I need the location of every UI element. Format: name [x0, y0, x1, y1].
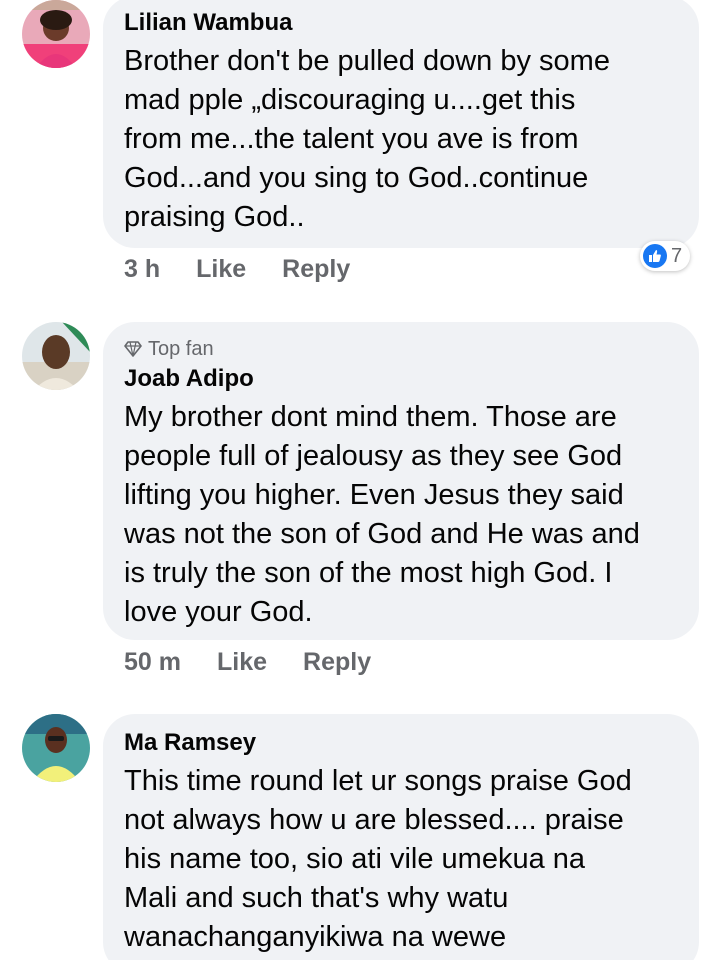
like-thumb-icon [643, 244, 667, 268]
comment-author[interactable]: Ma Ramsey [124, 728, 679, 758]
comment-text: This time round let ur songs praise God … [124, 765, 632, 953]
avatar-photo [22, 322, 90, 390]
avatar[interactable] [22, 322, 90, 390]
comment-text: Brother don't be pulled down by some mad… [124, 45, 610, 233]
avatar[interactable] [22, 714, 90, 782]
comment-timestamp[interactable]: 50 m [124, 647, 181, 677]
avatar[interactable] [22, 0, 90, 68]
comment-actions: 50 m Like Reply [124, 647, 371, 677]
reply-button[interactable]: Reply [303, 647, 371, 677]
avatar-photo [22, 0, 90, 68]
comment-text: My brother dont mind them. Those are peo… [124, 401, 640, 628]
comment-timestamp[interactable]: 3 h [124, 254, 160, 284]
like-button[interactable]: Like [196, 254, 246, 284]
badge-label: Top fan [148, 338, 214, 360]
comment-bubble: Ma Ramsey This time round let ur songs p… [103, 714, 699, 960]
comment-ma-ramsey: Ma Ramsey This time round let ur songs p… [0, 714, 720, 960]
reaction-count: 7 [671, 244, 683, 267]
comment-author[interactable]: Lilian Wambua [124, 8, 679, 38]
comment-actions: 3 h Like Reply [124, 254, 350, 284]
reply-button[interactable]: Reply [282, 254, 350, 284]
comments-feed: Lilian Wambua Brother don't be pulled do… [0, 0, 720, 960]
top-fan-badge: Top fan [124, 336, 679, 362]
comment-author[interactable]: Joab Adipo [124, 364, 679, 394]
like-button[interactable]: Like [217, 647, 267, 677]
comment-joab-adipo: Top fan Joab Adipo My brother dont mind … [0, 322, 720, 692]
avatar-photo [22, 714, 90, 782]
diamond-icon [124, 341, 142, 357]
comment-lilian-wambua: Lilian Wambua Brother don't be pulled do… [0, 0, 720, 300]
comment-bubble: Lilian Wambua Brother don't be pulled do… [103, 0, 699, 248]
comment-bubble: Top fan Joab Adipo My brother dont mind … [103, 322, 699, 640]
reaction-count-pill[interactable]: 7 [640, 241, 691, 271]
